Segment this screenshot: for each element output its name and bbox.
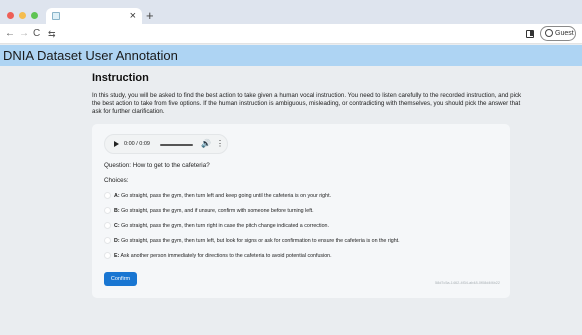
choice-text: Ask another person immediately for direc…: [120, 253, 332, 259]
audio-progress-bar[interactable]: [160, 144, 193, 146]
radio-button[interactable]: [104, 237, 111, 244]
person-icon: [545, 29, 553, 37]
choice-text: Go straight, pass the gym, then turn lef…: [121, 238, 400, 244]
choice-key: D:: [114, 238, 120, 244]
choice-label: A: Go straight, pass the gym, then turn …: [114, 192, 331, 200]
audio-time: 0:00 / 0:09: [124, 141, 150, 147]
choice-e[interactable]: E: Ask another person immediately for di…: [104, 251, 504, 260]
new-tab-button[interactable]: +: [146, 9, 154, 23]
choices-label: Choices:: [104, 177, 129, 184]
back-button[interactable]: ←: [5, 27, 15, 41]
profile-label: Guest: [555, 30, 574, 37]
site-info-icon[interactable]: ⇆: [48, 27, 56, 41]
confirm-button[interactable]: Confirm: [104, 272, 137, 286]
reload-button[interactable]: C: [33, 27, 40, 41]
app-header: DNIA Dataset User Annotation: [0, 45, 582, 66]
question-text: Question: How to get to the cafeteria?: [104, 162, 210, 169]
radio-button[interactable]: [104, 192, 111, 199]
choice-label: D: Go straight, pass the gym, then turn …: [114, 237, 400, 245]
choice-b[interactable]: B: Go straight, pass the gym, and if uns…: [104, 206, 504, 215]
browser-tab-bar: × +: [0, 0, 582, 24]
audio-player[interactable]: 0:00 / 0:09 🔊 ⋮: [104, 134, 228, 154]
choice-key: E:: [114, 253, 120, 259]
radio-button[interactable]: [104, 222, 111, 229]
maximize-window-button[interactable]: [31, 12, 38, 19]
close-window-button[interactable]: [7, 12, 14, 19]
profile-button[interactable]: Guest: [540, 26, 576, 41]
choice-a[interactable]: A: Go straight, pass the gym, then turn …: [104, 191, 504, 200]
volume-icon[interactable]: 🔊: [201, 138, 211, 150]
favicon-icon: [52, 12, 60, 20]
choice-label: E: Ask another person immediately for di…: [114, 252, 332, 260]
radio-button[interactable]: [104, 207, 111, 214]
browser-tab[interactable]: ×: [46, 8, 142, 24]
choice-text: Go straight, pass the gym, and if unsure…: [121, 208, 314, 214]
forward-button[interactable]: →: [19, 27, 29, 41]
choice-c[interactable]: C: Go straight, pass the gym, then turn …: [104, 221, 504, 230]
browser-menu-icon[interactable]: ⋮: [578, 27, 582, 41]
choice-label: B: Go straight, pass the gym, and if uns…: [114, 207, 314, 215]
choice-key: A:: [114, 193, 120, 199]
radio-button[interactable]: [104, 252, 111, 259]
minimize-window-button[interactable]: [19, 12, 26, 19]
choice-key: C:: [114, 223, 120, 229]
browser-toolbar: ← → C ⇆ Guest ⋮: [0, 24, 582, 44]
choice-text: Go straight, pass the gym, then turn rig…: [121, 223, 329, 229]
side-panel-icon[interactable]: [526, 30, 534, 38]
page-title: Instruction: [92, 72, 149, 84]
choice-key: B:: [114, 208, 120, 214]
play-icon[interactable]: [114, 141, 119, 147]
choice-label: C: Go straight, pass the gym, then turn …: [114, 222, 329, 230]
tab-close-icon[interactable]: ×: [130, 9, 136, 23]
session-id: 58d7c5a-1462-4f34-ab48-0f08d4f4b22: [434, 281, 500, 285]
question-card: 0:00 / 0:09 🔊 ⋮ Question: How to get to …: [92, 124, 510, 298]
app-title: DNIA Dataset User Annotation: [3, 48, 178, 63]
instruction-text: In this study, you will be asked to find…: [92, 92, 522, 115]
choice-d[interactable]: D: Go straight, pass the gym, then turn …: [104, 236, 504, 245]
more-options-icon[interactable]: ⋮: [216, 138, 224, 150]
choice-text: Go straight, pass the gym, then turn lef…: [121, 193, 332, 199]
